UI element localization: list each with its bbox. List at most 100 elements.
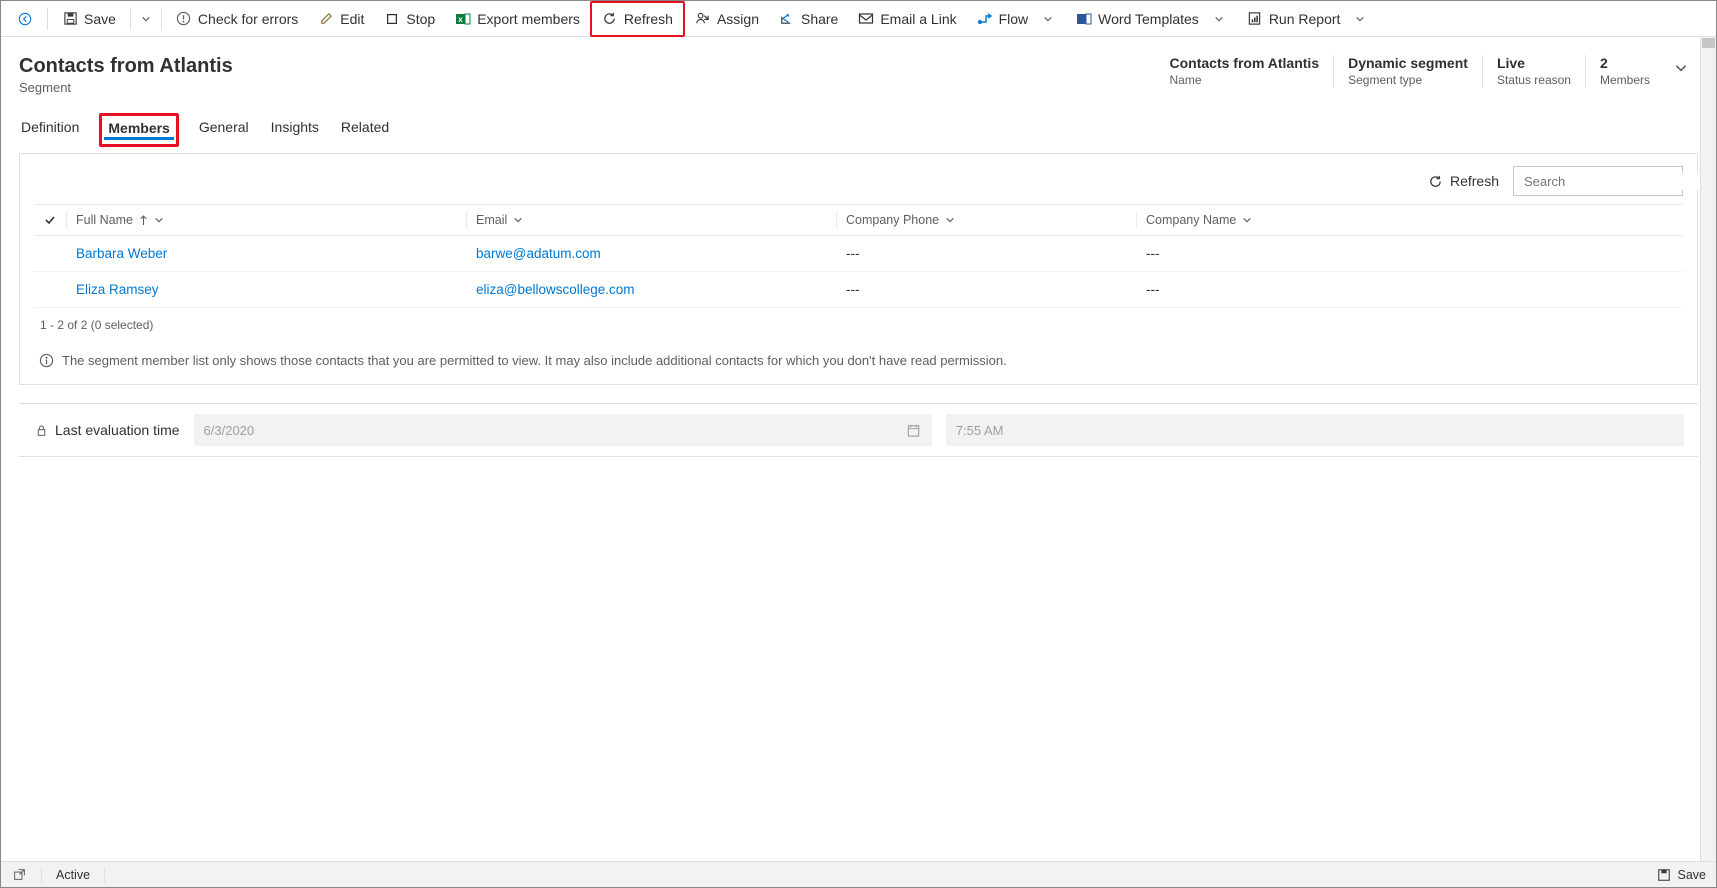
column-company-phone[interactable]: Company Phone [836,205,1136,236]
contact-phone: --- [836,272,1136,308]
email-link-label: Email a Link [880,11,956,27]
save-label: Save [84,11,116,27]
chevron-down-icon [1040,11,1056,27]
word-icon [1076,11,1092,27]
grid-refresh-label: Refresh [1450,173,1499,189]
refresh-button[interactable]: Refresh [590,1,685,37]
tab-related[interactable]: Related [339,113,391,147]
flow-label: Flow [999,11,1029,27]
contact-company: --- [1136,272,1683,308]
refresh-label: Refresh [624,11,673,27]
check-errors-button[interactable]: Check for errors [166,1,308,37]
status-bar: Active Save [1,861,1716,887]
table-row[interactable]: Barbara Weber barwe@adatum.com --- --- [34,236,1683,272]
share-label: Share [801,11,838,27]
assign-label: Assign [717,11,759,27]
tab-general[interactable]: General [197,113,251,147]
command-bar: Save Check for errors Edit Stop [1,1,1716,37]
last-evaluation-label: Last evaluation time [33,422,180,438]
contact-email-link[interactable]: barwe@adatum.com [476,246,601,261]
footer-save-label: Save [1678,868,1707,882]
grid-search[interactable] [1513,166,1683,196]
header-stat-name: Contacts from Atlantis Name [1156,55,1334,87]
save-icon [1656,867,1672,883]
search-input[interactable] [1522,173,1702,190]
email-link-button[interactable]: Email a Link [848,1,966,37]
tab-insights[interactable]: Insights [269,113,321,147]
tab-definition[interactable]: Definition [19,113,81,147]
chevron-down-icon [945,215,955,225]
select-all-column[interactable] [34,205,66,236]
last-evaluation-row: Last evaluation time 6/3/2020 7:55 AM [19,403,1698,457]
check-errors-label: Check for errors [198,11,298,27]
edit-button[interactable]: Edit [308,1,374,37]
contact-name-link[interactable]: Eliza Ramsey [76,282,159,297]
pencil-icon [318,11,334,27]
contact-email-link[interactable]: eliza@bellowscollege.com [476,282,635,297]
run-report-label: Run Report [1269,11,1341,27]
export-members-button[interactable]: x Export members [445,1,590,37]
flow-icon [977,11,993,27]
contact-company: --- [1136,236,1683,272]
save-dropdown[interactable] [135,1,157,37]
popout-icon[interactable] [11,867,27,883]
content-scrollbar[interactable] [1700,37,1716,861]
permission-info-text: The segment member list only shows those… [62,353,1007,368]
svg-text:x: x [458,15,463,24]
stop-label: Stop [406,11,435,27]
header-stat-status: Live Status reason [1482,55,1585,87]
header-stat-members: 2 Members [1585,55,1664,87]
chevron-down-icon [1242,215,1252,225]
chevron-down-icon [138,11,154,27]
members-panel: Refresh Full Name [19,153,1698,385]
contact-phone: --- [836,236,1136,272]
calendar-icon [906,422,922,438]
share-icon [779,11,795,27]
record-header: Contacts from Atlantis Segment Contacts … [1,37,1716,101]
footer-save-button[interactable]: Save [1656,867,1707,883]
share-button[interactable]: Share [769,1,848,37]
entity-type-label: Segment [19,80,1156,95]
tab-members[interactable]: Members [99,113,178,147]
stop-icon [384,11,400,27]
save-icon [62,11,78,27]
column-fullname[interactable]: Full Name [66,205,466,236]
go-back-button[interactable] [7,1,43,37]
save-button[interactable]: Save [52,1,126,37]
column-company-name[interactable]: Company Name [1136,205,1683,236]
refresh-icon [1428,173,1444,189]
assign-button[interactable]: Assign [685,1,769,37]
chevron-down-icon [513,215,523,225]
export-members-label: Export members [477,11,580,27]
contact-name-link[interactable]: Barbara Weber [76,246,167,261]
assign-icon [695,11,711,27]
info-icon [38,352,54,368]
form-tabs: Definition Members General Insights Rela… [1,101,1716,147]
header-expand-button[interactable] [1664,55,1698,81]
chevron-down-icon [1211,11,1227,27]
back-icon [17,11,33,27]
lock-icon [33,422,49,438]
run-report-button[interactable]: Run Report [1237,1,1379,37]
evaluation-date-field: 6/3/2020 [194,414,932,446]
stop-button[interactable]: Stop [374,1,445,37]
page-title: Contacts from Atlantis [19,55,1156,78]
report-icon [1247,11,1263,27]
members-grid: Full Name Email Company Phone [34,204,1683,308]
header-stat-segment-type: Dynamic segment Segment type [1333,55,1482,87]
table-row[interactable]: Eliza Ramsey eliza@bellowscollege.com --… [34,272,1683,308]
edit-label: Edit [340,11,364,27]
grid-header-row: Full Name Email Company Phone [34,205,1683,236]
flow-button[interactable]: Flow [967,1,1067,37]
column-email[interactable]: Email [466,205,836,236]
chevron-down-icon [154,215,164,225]
info-icon [176,11,192,27]
grid-refresh-button[interactable]: Refresh [1428,173,1499,189]
word-templates-button[interactable]: Word Templates [1066,1,1237,37]
evaluation-time-field: 7:55 AM [946,414,1684,446]
email-icon [858,11,874,27]
status-text: Active [56,868,90,882]
excel-icon: x [455,11,471,27]
sort-asc-icon [139,215,148,226]
permission-info: The segment member list only shows those… [34,338,1683,368]
